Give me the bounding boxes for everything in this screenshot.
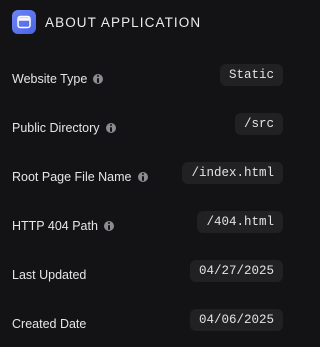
field-label-group: HTTP 404 Path [12,218,114,234]
field-label: Root Page File Name [12,170,132,184]
field-value: /src [234,113,283,135]
about-application-panel: ABOUT APPLICATION Website Type Static Pu… [0,0,295,347]
info-icon[interactable] [137,172,148,182]
field-label: Website Type [12,72,88,86]
panel-header: ABOUT APPLICATION [12,10,201,34]
field-value: /404.html [197,211,283,233]
field-label: Created Date [12,317,87,331]
info-icon[interactable] [103,221,114,231]
field-label: HTTP 404 Path [12,219,98,233]
info-icon[interactable] [93,74,104,84]
info-icon[interactable] [105,123,116,133]
field-row-public-directory: Public Directory /src [0,107,295,141]
field-row-http-404-path: HTTP 404 Path /404.html [0,205,295,239]
field-value: /index.html [182,162,283,184]
field-row-website-type: Website Type Static [0,58,295,92]
field-label-group: Last Updated [12,267,86,283]
field-row-last-updated: Last Updated 04/27/2025 [0,254,295,288]
field-label-group: Public Directory [12,120,116,136]
field-label-group: Root Page File Name [12,169,148,185]
field-label-group: Website Type [12,71,104,87]
field-label: Last Updated [12,268,87,282]
field-row-created-date: Created Date 04/06/2025 [0,303,295,337]
field-value: 04/27/2025 [189,260,283,282]
field-label: Public Directory [12,121,100,135]
field-label-group: Created Date [12,316,86,332]
application-icon [12,10,36,34]
field-row-root-page-file-name: Root Page File Name /index.html [0,156,295,190]
field-value: 04/06/2025 [189,309,283,331]
field-value: Static [219,64,283,86]
panel-title: ABOUT APPLICATION [45,14,202,30]
